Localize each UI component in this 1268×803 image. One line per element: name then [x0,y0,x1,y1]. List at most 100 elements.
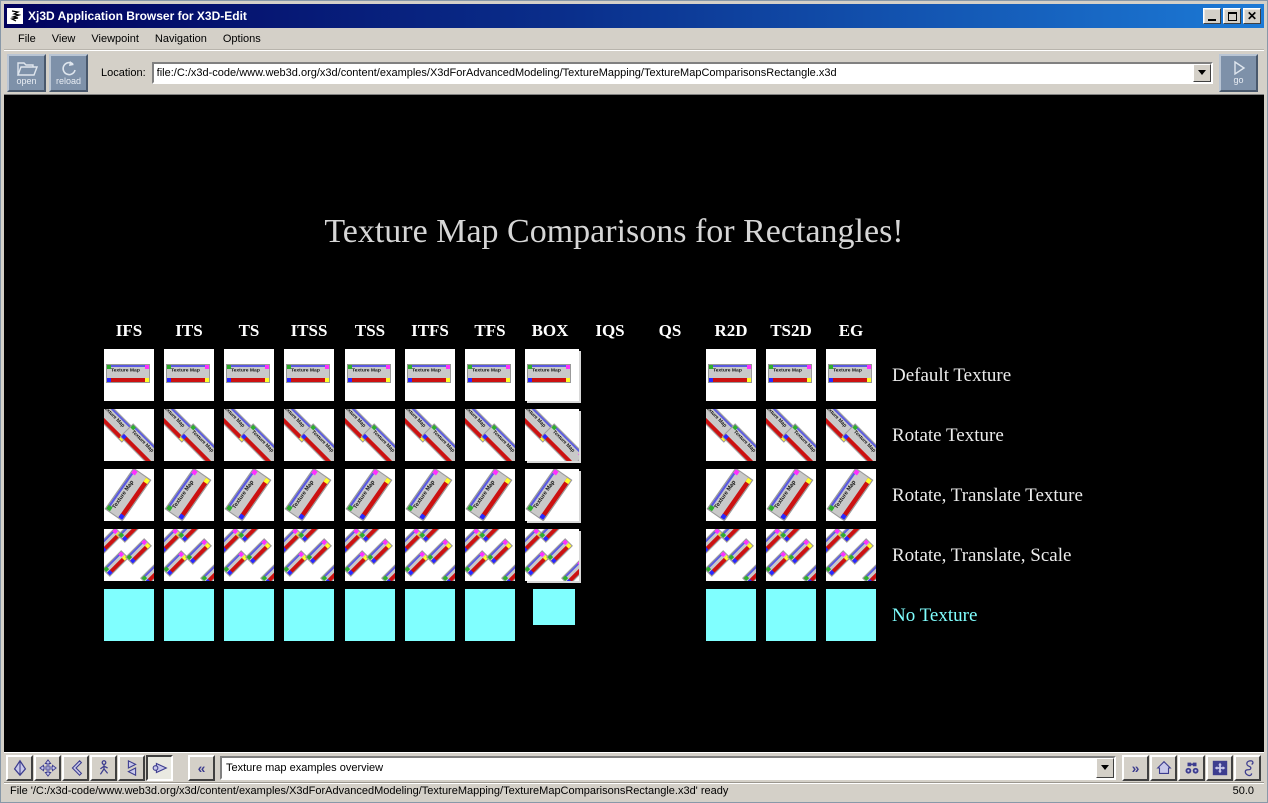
texture-cell-TS-row2: Texture MapTexture Map [224,409,274,461]
texture-cell-IFS-row4 [104,529,154,581]
row-label-default: Default Texture [892,365,1011,387]
pan-nav-button[interactable] [34,755,61,781]
x3d-viewport[interactable]: Texture Map Comparisons for Rectangles! … [4,95,1264,752]
texture-cell-TFS-row1: Texture Map [465,349,515,401]
menubar: FileViewViewpointNavigationOptions [4,28,1264,50]
previous-viewpoint-icon: « [198,763,206,773]
open-button[interactable]: open [7,54,46,92]
texture-cell-TSS-row5 [345,589,395,641]
texture-cell-R2D-row4 [706,529,756,581]
next-viewpoint-button[interactable]: » [1122,755,1149,781]
home-viewpoint-button[interactable] [1150,755,1177,781]
window-title: Xj3D Application Browser for X3D-Edit [28,9,1201,23]
texture-cell-ITSS-row3: Texture Map [284,469,334,521]
tilt-icon [123,759,141,777]
main-toolbar: open reload Location: go [4,50,1264,95]
texture-cell-ITFS-row4 [405,529,455,581]
console-button[interactable] [1234,755,1261,781]
previous-viewpoint-button[interactable]: « [188,755,215,781]
texture-cell-BOX-row3: Texture Map [525,469,579,521]
texture-map-banner [140,559,154,581]
maximize-button[interactable] [1223,8,1241,24]
seek-icon [151,759,169,777]
texture-map-banner: Texture Map [166,364,210,383]
texture-map-banner [742,559,756,581]
minimize-button[interactable] [1203,8,1221,24]
fly-nav-button[interactable] [6,755,33,781]
viewpoint-combobox [220,756,1116,780]
titlebar[interactable]: Xj3D Application Browser for X3D-Edit ✕ [4,4,1264,28]
location-combobox [152,62,1213,84]
texture-map-banner: Texture Map [527,364,571,383]
texture-map-banner: Texture Map [347,364,391,383]
fit-world-button[interactable] [1206,755,1233,781]
menu-viewpoint[interactable]: Viewpoint [83,30,147,48]
column-header-IQS: IQS [580,321,640,341]
menu-file[interactable]: File [10,30,44,48]
dropdown-arrow-icon [1198,70,1206,79]
reload-button[interactable]: reload [49,54,88,92]
viewpoint-dropdown-button[interactable] [1096,758,1114,778]
texture-cell-R2D-row5 [706,589,756,641]
home-icon [1155,759,1173,777]
texture-map-banner [305,538,332,565]
texture-map-banner [284,550,309,577]
texture-map-banner [164,550,189,577]
texture-map-banner [125,538,152,565]
navigation-toolbar: « » [4,752,1264,782]
texture-map-banner: Texture Map [406,469,453,521]
app-logo-icon [7,8,23,24]
texture-map-banner: Texture Map [827,469,874,521]
texture-cell-IFS-row1: Texture Map [104,349,154,401]
texture-map-banner [426,538,453,565]
texture-cell-TS-row4 [224,529,274,581]
app-window: Xj3D Application Browser for X3D-Edit ✕ … [0,0,1268,803]
texture-cell-ITS-row3: Texture Map [164,469,214,521]
close-icon: ✕ [1247,11,1257,21]
texture-map-banner [766,550,791,577]
menu-options[interactable]: Options [215,30,269,48]
texture-map-banner [561,559,579,581]
viewpoint-input[interactable] [222,758,1096,778]
walk-icon [95,759,113,777]
texture-map-banner [224,550,249,577]
texture-cell-EG-row1: Texture Map [826,349,876,401]
texture-map-banner [200,559,214,581]
folder-open-icon [16,60,38,77]
close-button[interactable]: ✕ [1243,8,1261,24]
location-dropdown-button[interactable] [1193,64,1211,82]
texture-map-banner [104,550,129,577]
column-header-TFS: TFS [460,321,520,341]
texture-map-banner [245,538,272,565]
texture-map-banner: Texture Map [407,364,451,383]
texture-cell-IFS-row5 [104,589,154,641]
texture-cell-TS-row1: Texture Map [224,349,274,401]
texture-cell-TSS-row3: Texture Map [345,469,395,521]
walk-nav-button[interactable] [90,755,117,781]
go-button-label: go [1233,76,1243,85]
look-at-button[interactable] [1178,755,1205,781]
reload-button-label: reload [56,77,81,86]
texture-map-banner [546,538,573,565]
texture-cell-EG-row5 [826,589,876,641]
texture-map-banner: Texture Map [226,364,270,383]
column-header-EG: EG [821,321,881,341]
texture-map-banner [501,559,515,581]
texture-cell-TSS-row4 [345,529,395,581]
examine-nav-button[interactable] [62,755,89,781]
column-header-IFS: IFS [99,321,159,341]
location-input[interactable] [154,64,1193,82]
tilt-nav-button[interactable] [118,755,145,781]
texture-cell-ITSS-row2: Texture MapTexture Map [284,409,334,461]
texture-cell-ITFS-row1: Texture Map [405,349,455,401]
texture-map-banner [465,550,490,577]
menu-view[interactable]: View [44,30,84,48]
texture-cell-ITS-row1: Texture Map [164,349,214,401]
texture-cell-ITSS-row4 [284,529,334,581]
seek-nav-button[interactable] [146,755,173,781]
texture-map-banner [405,550,430,577]
texture-cell-TFS-row4 [465,529,515,581]
go-button[interactable]: go [1219,54,1258,92]
maximize-icon [1228,12,1237,21]
menu-navigation[interactable]: Navigation [147,30,215,48]
